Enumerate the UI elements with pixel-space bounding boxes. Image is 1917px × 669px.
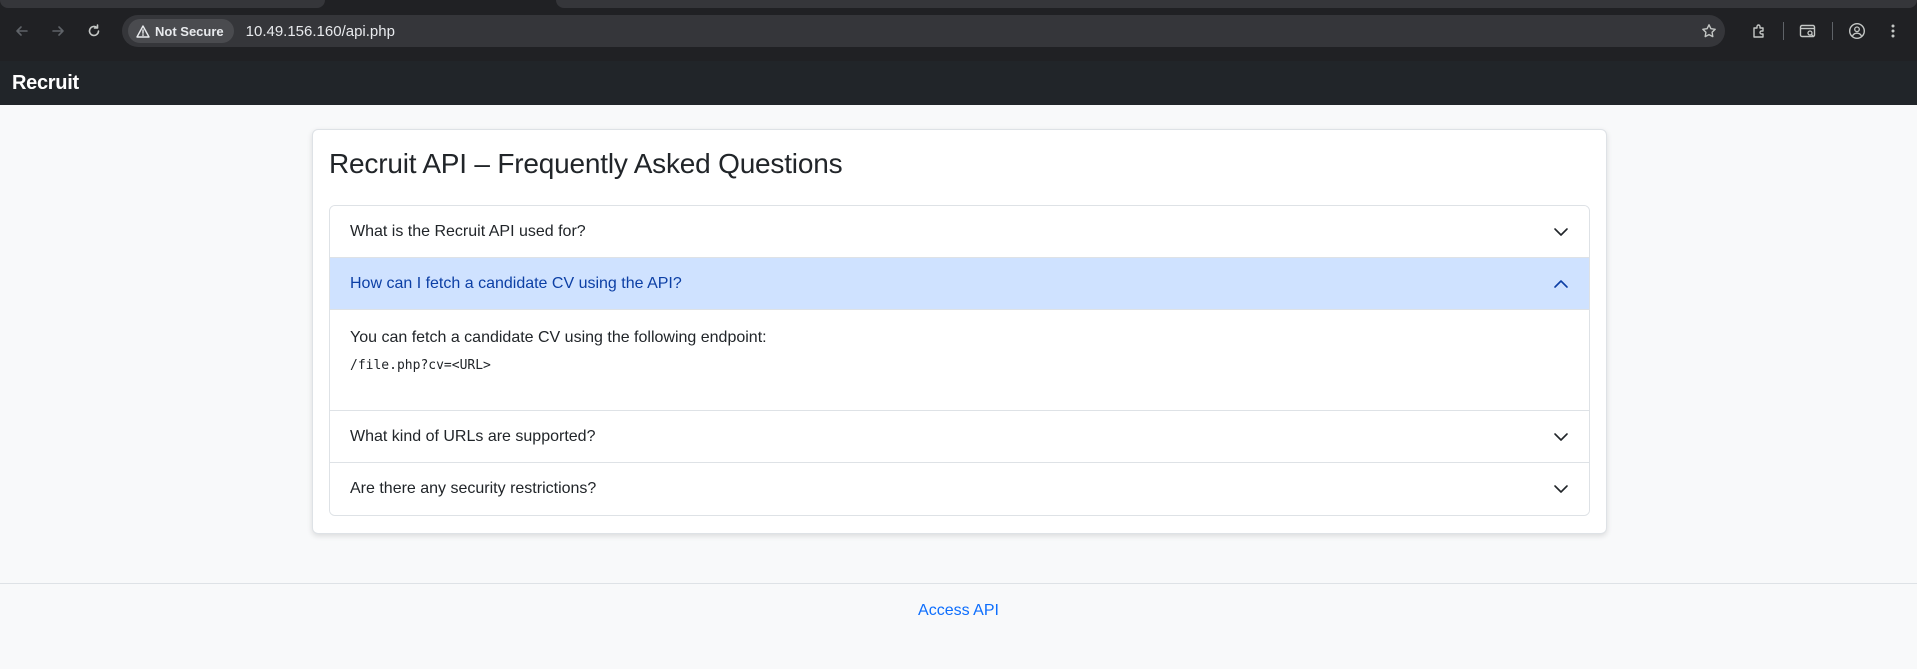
accordion-item-1-header[interactable]: What is the Recruit API used for? [330,206,1589,258]
access-api-link[interactable]: Access API [0,602,1917,620]
star-icon [1702,24,1716,38]
chevron-down-icon [1553,481,1569,497]
navbar-brand[interactable]: Recruit [12,72,79,95]
address-bar[interactable]: Not Secure 10.49.156.160/api.php [122,15,1725,47]
accordion-question: Are there any security restrictions? [350,480,597,497]
chevron-down-icon [1553,224,1569,240]
chevron-down-icon [1553,429,1569,445]
accordion-answer-text: You can fetch a candidate CV using the f… [350,329,767,346]
tab-search-icon [1799,24,1816,38]
browser-tab[interactable] [0,0,325,8]
chevron-up-icon [1553,276,1569,292]
warning-triangle-icon [136,24,150,38]
toolbar-separator [1832,22,1833,40]
accordion-question: What kind of URLs are supported? [350,427,596,445]
profile-icon [1848,22,1866,40]
browser-chrome: Not Secure 10.49.156.160/api.php [0,0,1917,61]
url-text[interactable]: 10.49.156.160/api.php [246,23,395,40]
browser-tab[interactable] [556,0,1917,8]
accordion-item-2-body: You can fetch a candidate CV using the f… [330,310,1589,411]
security-indicator[interactable]: Not Secure [128,19,234,43]
forward-button[interactable] [40,13,76,49]
faq-card: Recruit API – Frequently Asked Questions… [312,129,1607,534]
page-footer: Access API [0,583,1917,669]
security-label: Not Secure [155,23,224,39]
puzzle-icon [1753,24,1764,38]
api-endpoint-code: /file.php?cv=<URL> [350,358,491,373]
extensions-button[interactable] [1741,13,1777,49]
accordion-question: How can I fetch a candidate CV using the… [350,274,682,292]
accordion-item-2-header[interactable]: How can I fetch a candidate CV using the… [330,258,1589,310]
kebab-menu-icon [1891,24,1895,38]
page-title: Recruit API – Frequently Asked Questions [329,148,843,179]
toolbar-right-icons [1691,10,1917,52]
accordion-item-3-header[interactable]: What kind of URLs are supported? [330,411,1589,463]
reload-icon [88,24,100,37]
reload-button[interactable] [76,13,112,49]
accordion-item-4-header[interactable]: Are there any security restrictions? [330,463,1589,515]
bookmark-button[interactable] [1691,13,1727,49]
tab-search-button[interactable] [1790,13,1826,49]
accordion-question: What is the Recruit API used for? [350,222,586,240]
profile-button[interactable] [1839,13,1875,49]
forward-arrow-icon [52,26,64,36]
menu-button[interactable] [1875,13,1911,49]
site-navbar: Recruit [0,61,1917,105]
back-arrow-icon [16,26,28,36]
back-button[interactable] [4,13,40,49]
faq-accordion: What is the Recruit API used for? How ca… [329,205,1590,516]
browser-toolbar: Not Secure 10.49.156.160/api.php [0,10,1917,52]
tab-strip [0,0,1917,10]
toolbar-separator [1783,22,1784,40]
